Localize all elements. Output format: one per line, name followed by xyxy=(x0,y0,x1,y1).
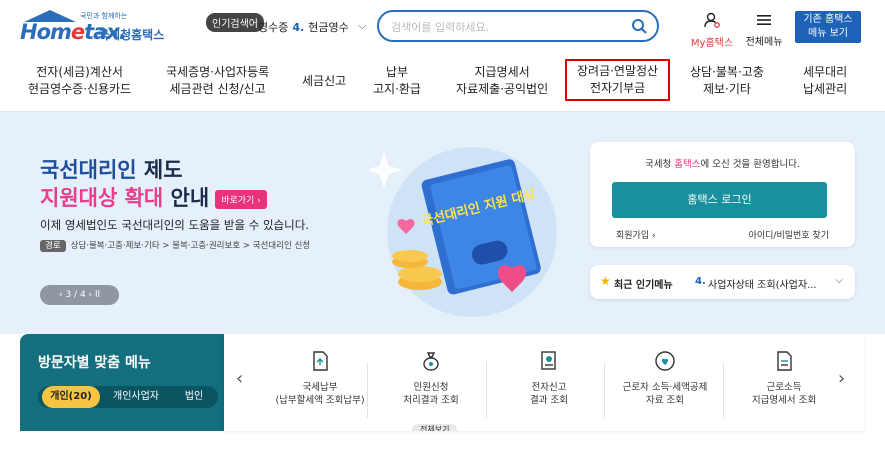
divider xyxy=(486,362,487,418)
quick-item-e-filing[interactable]: 전자신고 결과 조회 xyxy=(490,350,608,407)
view-all-button[interactable]: 전체보기 xyxy=(412,424,458,431)
gnb-item-tax-agent[interactable]: 세무대리 납세관리 xyxy=(803,64,847,98)
document-stamp-icon xyxy=(541,351,556,370)
find-id-password-link[interactable]: 아이디/비밀번호 찾기 xyxy=(749,228,829,241)
visitor-menu-title: 방문자별 맞춤 메뉴 xyxy=(38,355,151,371)
search-input[interactable] xyxy=(391,18,621,36)
hero-title-line1: 국선대리인 제도 xyxy=(40,158,183,182)
join-link[interactable]: 회원가입 › xyxy=(616,228,656,241)
header: 국민과 함께하는 Hometax. 국세청홈택스 인기검색어 영수증 4. 현금영수… xyxy=(0,0,885,52)
hamburger-icon xyxy=(757,15,771,25)
legacy-menu-button[interactable]: 기존 홈택스 메뉴 보기 xyxy=(795,11,861,43)
visitor-menu-panel: 방문자별 맞춤 메뉴 개인(20) 개인사업자 법인 xyxy=(20,334,224,431)
all-menu-label: 전체메뉴 xyxy=(745,37,783,48)
gnb-item-payment-statement[interactable]: 지급명세서 자료제출·공익법인 xyxy=(456,64,548,98)
logo-name-ko: 국세청홈택스 xyxy=(98,28,165,42)
hero-menu-path: 경로 상담·불복·고충·제보·기타 > 불복·고충·권리보호 > 국선대리인 신청 xyxy=(40,239,310,252)
document-upload-icon xyxy=(313,351,328,371)
book-illustration: 국선대리인 지원 대상 xyxy=(370,147,557,317)
main-navigation: 전자(세금)계산서 현금영수증·신용카드 국세증명·사업자등록 세금관련 신청/신고… xyxy=(0,52,885,112)
prev-arrow-icon[interactable]: ‹ xyxy=(236,368,243,389)
popular-menu-item[interactable]: 사업자상태 조회(사업자... xyxy=(708,276,823,291)
hero-description: 이제 영세법인도 국선대리인의 도움을 받을 수 있습니다. xyxy=(40,218,309,232)
all-menu-button[interactable]: 전체메뉴 xyxy=(742,12,786,48)
visitor-quick-menu: ‹ › 국세납부 (납부할세액 조회납부) 민원신청 처리결과 조회 전자신고 결과 … xyxy=(224,334,864,431)
hometax-logo[interactable]: 국민과 함께하는 Hometax. 국세청홈택스 xyxy=(18,10,168,44)
quick-item-tax-payment[interactable]: 국세납부 (납부할세액 조회납부) xyxy=(261,350,379,407)
login-welcome: 국세청 홈택스에 오신 것을 환영합니다. xyxy=(645,159,800,170)
popular-menu-card[interactable]: ★ 최근 인기메뉴 4. 사업자상태 조회(사업자... ⌵ xyxy=(590,265,855,299)
tab-corporation[interactable]: 법인 xyxy=(174,386,214,408)
path-tag: 경로 xyxy=(40,240,66,252)
popular-search-badge: 인기검색어 xyxy=(206,13,264,32)
hero-title-line2: 지원대상 확대 안내 바로가기 › xyxy=(40,182,267,212)
heart-hand-icon xyxy=(655,351,675,371)
quick-item-deduction[interactable]: 근로자 소득·세액공제 자료 조회 xyxy=(606,350,724,407)
divider xyxy=(367,362,368,418)
star-icon: ★ xyxy=(600,274,611,288)
tab-individual[interactable]: 개인(20) xyxy=(42,386,100,408)
popular-menu-num: 4. xyxy=(695,276,706,287)
login-card: 국세청 홈택스에 오신 것을 환영합니다. 홈택스 로그인 회원가입 › 아이디… xyxy=(590,142,855,247)
gnb-item-tax-report[interactable]: 세금신고 xyxy=(302,73,346,90)
hero-banner: 국선대리인 제도 지원대상 확대 안내 바로가기 › 이제 영세법인도 국선대리인… xyxy=(0,112,885,334)
chevron-down-icon[interactable]: ⌵ xyxy=(835,275,843,286)
gnb-item-incentive-yearend[interactable]: 장려금·연말정산 전자기부금 xyxy=(564,59,671,101)
my-hometax-button[interactable]: My홈택스 xyxy=(688,12,736,49)
popular-search-rotator[interactable]: 영수증 4. 현금영수 xyxy=(258,19,349,35)
divider xyxy=(604,362,605,418)
user-gear-icon xyxy=(704,12,720,28)
gnb-item-payment[interactable]: 납부 고지·환급 xyxy=(373,64,421,98)
tab-sole-proprietor[interactable]: 개인사업자 xyxy=(102,386,170,408)
search-box xyxy=(377,10,659,42)
gnb-item-certificate[interactable]: 국세증명·사업자등록 세금관련 신청/신고 xyxy=(166,64,269,98)
money-bag-icon xyxy=(423,352,439,371)
shortcut-button[interactable]: 바로가기 › xyxy=(215,189,267,209)
gnb-item-einvoice[interactable]: 전자(세금)계산서 현금영수증·신용카드 xyxy=(28,64,131,98)
login-button[interactable]: 홈택스 로그인 xyxy=(612,182,827,218)
chevron-down-icon[interactable]: ⌵ xyxy=(358,19,366,33)
gnb-item-consult[interactable]: 상담·불복·고충 제보·기타 xyxy=(690,64,764,98)
quick-item-earned-income[interactable]: 근로소득 지급명세서 조회 xyxy=(725,350,843,407)
file-icon xyxy=(777,351,792,371)
popular-menu-title: 최근 인기메뉴 xyxy=(614,280,673,291)
search-icon[interactable] xyxy=(631,18,647,34)
banner-pager[interactable]: ‹ 3 / 4 › ll xyxy=(40,285,119,305)
visitor-tabs: 개인(20) 개인사업자 법인 xyxy=(38,386,218,408)
my-hometax-label: My홈택스 xyxy=(690,38,734,49)
divider xyxy=(723,362,724,418)
quick-item-civil-request[interactable]: 민원신청 처리결과 조회 xyxy=(372,350,490,407)
